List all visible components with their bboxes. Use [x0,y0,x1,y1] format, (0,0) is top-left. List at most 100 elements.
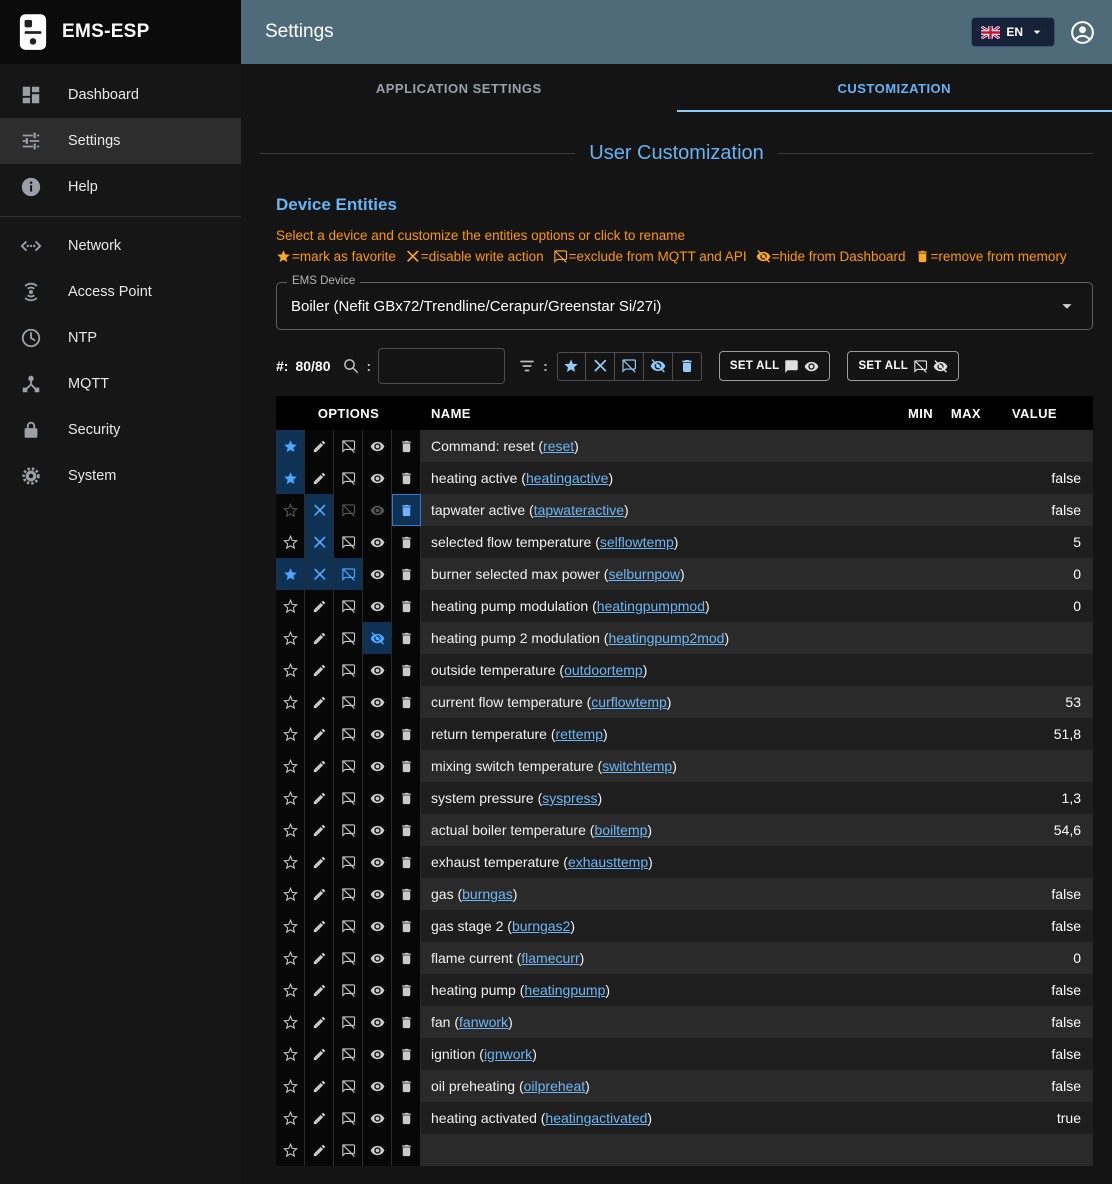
filter-disable-write-toggle[interactable] [586,352,615,381]
remove-toggle[interactable] [392,526,421,558]
write-toggle[interactable] [305,526,334,558]
exclude-mqtt-toggle[interactable] [334,430,363,462]
exclude-mqtt-toggle[interactable] [334,1038,363,1070]
exclude-mqtt-toggle[interactable] [334,942,363,974]
favorite-toggle[interactable] [276,1006,305,1038]
write-toggle[interactable] [305,782,334,814]
language-selector[interactable]: EN [971,17,1055,47]
entity-name[interactable]: system pressure (syspress) [421,790,885,806]
exclude-mqtt-toggle[interactable] [334,494,363,526]
exclude-mqtt-toggle[interactable] [334,1070,363,1102]
entity-name[interactable]: outside temperature (outdoortemp) [421,662,885,678]
write-toggle[interactable] [305,846,334,878]
hide-toggle[interactable] [363,1006,392,1038]
remove-toggle[interactable] [392,878,421,910]
entity-shortname-link[interactable]: exhausttemp [568,854,648,870]
remove-toggle[interactable] [392,942,421,974]
entity-name[interactable]: ignition (ignwork) [421,1046,885,1062]
entity-shortname-link[interactable]: oilpreheat [524,1078,586,1094]
write-toggle[interactable] [305,910,334,942]
sidebar-item-network[interactable]: Network [0,223,241,269]
entity-name[interactable]: heating pump (heatingpump) [421,982,885,998]
favorite-toggle[interactable] [276,462,305,494]
hide-toggle[interactable] [363,654,392,686]
entity-shortname-link[interactable]: reset [543,438,574,454]
entity-name[interactable]: actual boiler temperature (boiltemp) [421,822,885,838]
sidebar-item-dashboard[interactable]: Dashboard [0,72,241,118]
sidebar-item-security[interactable]: Security [0,407,241,453]
hide-toggle[interactable] [363,686,392,718]
entity-name[interactable]: current flow temperature (curflowtemp) [421,694,885,710]
hide-toggle[interactable] [363,942,392,974]
exclude-mqtt-toggle[interactable] [334,654,363,686]
favorite-toggle[interactable] [276,494,305,526]
remove-toggle[interactable] [392,1006,421,1038]
hide-toggle[interactable] [363,718,392,750]
entity-shortname-link[interactable]: selburnpow [608,566,680,582]
entity-shortname-link[interactable]: flamecurr [521,950,579,966]
hide-toggle[interactable] [363,462,392,494]
remove-toggle[interactable] [392,686,421,718]
write-toggle[interactable] [305,430,334,462]
remove-toggle[interactable] [392,718,421,750]
favorite-toggle[interactable] [276,1102,305,1134]
remove-toggle[interactable] [392,814,421,846]
favorite-toggle[interactable] [276,1038,305,1070]
favorite-toggle[interactable] [276,718,305,750]
exclude-mqtt-toggle[interactable] [334,526,363,558]
hide-toggle[interactable] [363,494,392,526]
remove-toggle[interactable] [392,622,421,654]
favorite-toggle[interactable] [276,526,305,558]
entity-shortname-link[interactable]: heatingpump2mod [608,630,724,646]
entity-name[interactable]: heating active (heatingactive) [421,470,885,486]
filter-hide-toggle[interactable] [644,352,673,381]
sidebar-item-help[interactable]: Help [0,164,241,210]
sidebar-item-system[interactable]: System [0,453,241,499]
remove-toggle[interactable] [392,494,421,526]
entity-shortname-link[interactable]: syspress [542,790,597,806]
write-toggle[interactable] [305,814,334,846]
write-toggle[interactable] [305,462,334,494]
remove-toggle[interactable] [392,1102,421,1134]
exclude-mqtt-toggle[interactable] [334,878,363,910]
exclude-mqtt-toggle[interactable] [334,590,363,622]
hide-toggle[interactable] [363,526,392,558]
sidebar-item-settings[interactable]: Settings [0,118,241,164]
favorite-toggle[interactable] [276,654,305,686]
exclude-mqtt-toggle[interactable] [334,750,363,782]
remove-toggle[interactable] [392,654,421,686]
favorite-toggle[interactable] [276,910,305,942]
favorite-toggle[interactable] [276,1134,305,1166]
write-toggle[interactable] [305,558,334,590]
filter-remove-toggle[interactable] [673,352,702,381]
exclude-mqtt-toggle[interactable] [334,622,363,654]
hide-toggle[interactable] [363,878,392,910]
entity-name[interactable]: gas (burngas) [421,886,885,902]
write-toggle[interactable] [305,974,334,1006]
sidebar-item-mqtt[interactable]: MQTT [0,361,241,407]
remove-toggle[interactable] [392,430,421,462]
favorite-toggle[interactable] [276,1070,305,1102]
hide-toggle[interactable] [363,430,392,462]
entity-name[interactable]: return temperature (rettemp) [421,726,885,742]
exclude-mqtt-toggle[interactable] [334,1102,363,1134]
entity-shortname-link[interactable]: burngas [462,886,513,902]
write-toggle[interactable] [305,686,334,718]
exclude-mqtt-toggle[interactable] [334,1006,363,1038]
remove-toggle[interactable] [392,1070,421,1102]
hide-toggle[interactable] [363,1038,392,1070]
entity-name[interactable]: Command: reset (reset) [421,438,885,454]
filter-exclude-mqtt-toggle[interactable] [615,352,644,381]
exclude-mqtt-toggle[interactable] [334,558,363,590]
hide-toggle[interactable] [363,814,392,846]
remove-toggle[interactable] [392,750,421,782]
entity-shortname-link[interactable]: fanwork [459,1014,508,1030]
exclude-mqtt-toggle[interactable] [334,686,363,718]
entity-shortname-link[interactable]: heatingactivated [545,1110,647,1126]
entity-shortname-link[interactable]: heatingactive [526,470,609,486]
entity-name[interactable]: heating pump modulation (heatingpumpmod) [421,598,885,614]
hide-toggle[interactable] [363,1102,392,1134]
hide-toggle[interactable] [363,974,392,1006]
write-toggle[interactable] [305,1102,334,1134]
write-toggle[interactable] [305,878,334,910]
